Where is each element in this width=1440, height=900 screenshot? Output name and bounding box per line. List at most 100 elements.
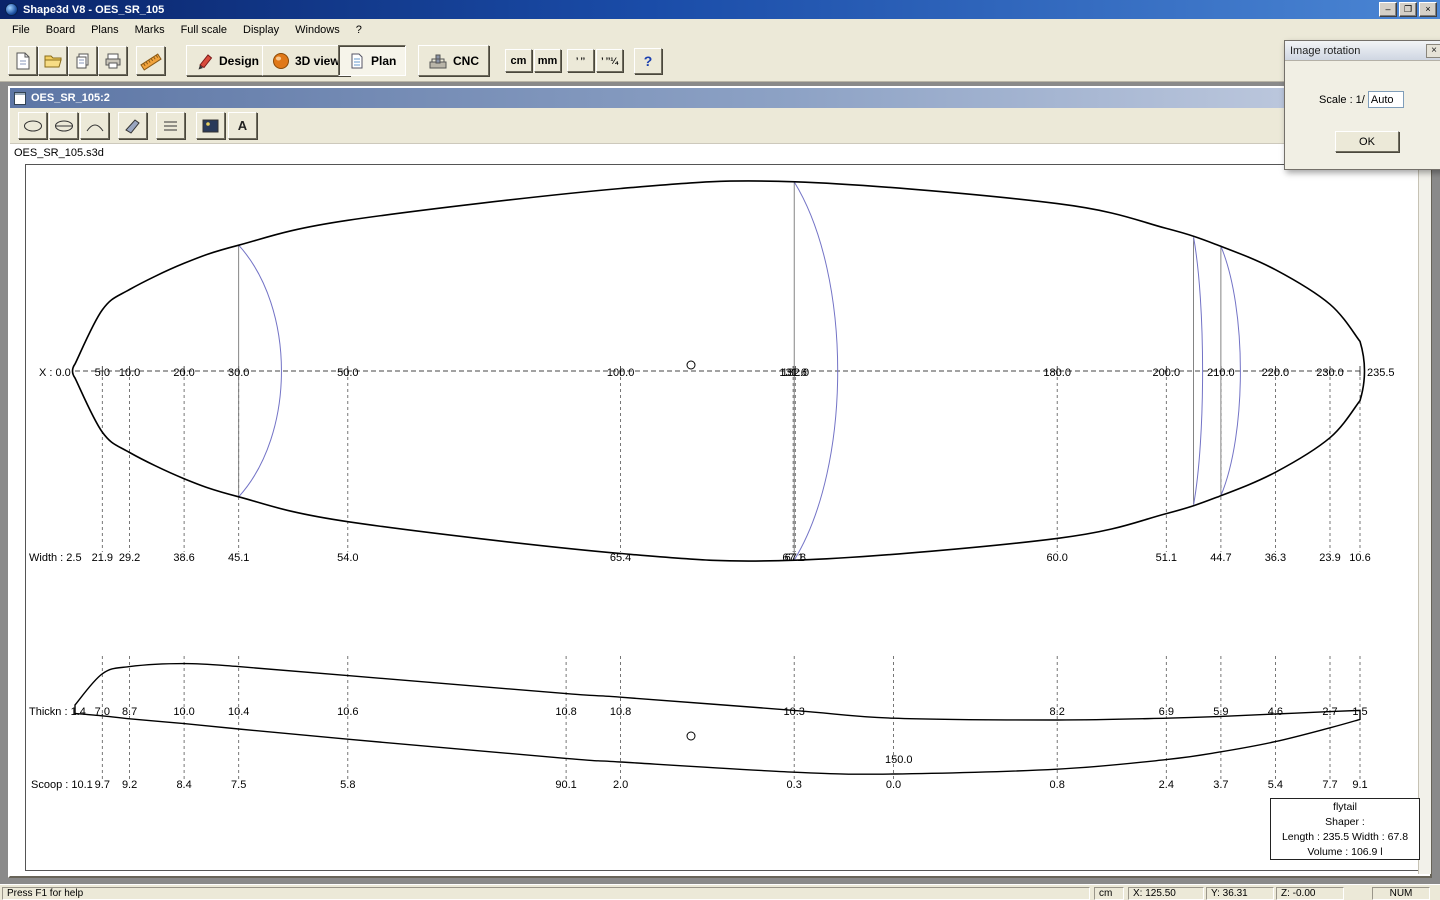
help-icon: ? [644, 53, 653, 69]
x-row-label: X : 0.0 [39, 367, 71, 379]
cnc-button[interactable]: CNC [418, 45, 489, 76]
letter-a-icon: A [238, 118, 247, 133]
thickness-station-label: 8.7 [122, 706, 137, 718]
menu-item-board[interactable]: Board [38, 21, 83, 39]
drawing-border [26, 165, 1420, 871]
ok-button[interactable]: OK [1335, 131, 1399, 152]
scale-label: Scale : 1/ [1319, 94, 1365, 106]
window-title: Shape3d V8 - OES_SR_105 [23, 4, 1377, 16]
unit-cm-button[interactable]: cm [505, 49, 532, 72]
file-button[interactable] [8, 46, 37, 75]
width-station-label: 23.9 [1319, 552, 1340, 564]
statusbar: Press F1 for help cm X: 125.50 Y: 36.31 … [0, 884, 1440, 900]
width-station-label: 38.6 [173, 552, 194, 564]
menu-item-display[interactable]: Display [235, 21, 287, 39]
thickness-station-label: 8.2 [1050, 706, 1065, 718]
x-station-label: 5.0 [95, 367, 110, 379]
thickness-station-label: 10.0 [173, 706, 194, 718]
file-icon [13, 51, 33, 71]
print-button[interactable] [98, 46, 127, 75]
scoop-station-label: 0.3 [787, 779, 802, 791]
scale-input[interactable] [1368, 91, 1404, 108]
app-window: Shape3d V8 - OES_SR_105 – ❐ × FileBoardP… [0, 0, 1440, 900]
outline-view-tool[interactable] [18, 112, 47, 139]
unit-inches-button[interactable]: ’ ’’ [567, 49, 594, 72]
thickness-station-label: 5.9 [1213, 706, 1228, 718]
unit-fraction-button[interactable]: ’ ’’¼ [596, 49, 623, 72]
status-num-lock: NUM [1372, 887, 1430, 900]
vertical-scrollbar[interactable] [1418, 146, 1431, 874]
dialog-close-icon[interactable]: × [1426, 44, 1440, 58]
menu-item-marks[interactable]: Marks [127, 21, 173, 39]
status-z-coordinate: Z: -0.00 [1276, 887, 1344, 900]
child-titlebar[interactable]: OES_SR_105:2 [10, 88, 1430, 108]
menu-item-plans[interactable]: Plans [83, 21, 127, 39]
x-station-label: 100.0 [607, 367, 635, 379]
status-y-coordinate: Y: 36.31 [1206, 887, 1274, 900]
x-station-label: 180.0 [1043, 367, 1071, 379]
list-icon [161, 118, 181, 134]
status-x-coordinate: X: 125.50 [1128, 887, 1204, 900]
measure-button[interactable] [136, 46, 165, 75]
thickness-row-label: Thickn : 1.4 [29, 706, 86, 718]
menu-item-windows[interactable]: Windows [287, 21, 348, 39]
child-window-title: OES_SR_105:2 [31, 92, 110, 104]
open-button[interactable] [38, 46, 67, 75]
design-button[interactable]: Design [186, 45, 269, 76]
x-station-label: 50.0 [337, 367, 358, 379]
menu-item-full-scale[interactable]: Full scale [173, 21, 235, 39]
view-3d-button[interactable]: 3D view [262, 45, 350, 76]
view-3d-button-label: 3D view [295, 54, 340, 68]
sphere-3d-icon [272, 52, 290, 70]
app-icon [5, 3, 18, 16]
menu-item-help[interactable]: ? [348, 21, 370, 39]
slice-edit-tool[interactable] [118, 112, 147, 139]
dimensions-view-tool[interactable] [49, 112, 78, 139]
help-button[interactable]: ? [634, 48, 662, 74]
board-info-box: flytail Shaper : Length : 235.5 Width : … [1270, 798, 1420, 860]
text-tool[interactable]: A [228, 112, 257, 139]
width-station-label: 67.8 [785, 552, 806, 564]
render-view-tool[interactable] [196, 112, 225, 139]
scoop-station-label: 3.7 [1213, 779, 1228, 791]
measurements-list-tool[interactable] [156, 112, 185, 139]
thickness-station-label: 10.8 [610, 706, 631, 718]
unit-mm-button[interactable]: mm [534, 49, 561, 72]
plan-button[interactable]: Plan [338, 45, 406, 76]
dialog-titlebar[interactable]: Image rotation × [1285, 41, 1440, 61]
document-icon [14, 92, 26, 105]
ruler-icon [140, 50, 162, 72]
mid-station-label: 150.0 [885, 754, 913, 766]
thickness-station-label: 10.4 [228, 706, 249, 718]
menu-item-file[interactable]: File [4, 21, 38, 39]
maximize-button[interactable]: ❐ [1399, 2, 1417, 17]
width-station-label: 45.1 [228, 552, 249, 564]
scoop-station-label: 2.0 [613, 779, 628, 791]
profile-center-marker [687, 732, 695, 740]
plan-center-marker [687, 361, 695, 369]
scoop-station-label: 9.1 [1352, 779, 1367, 791]
cnc-machine-icon [428, 52, 448, 70]
close-button[interactable]: × [1419, 2, 1437, 17]
scoop-station-label: 8.4 [176, 779, 191, 791]
thickness-station-label: 2.7 [1322, 706, 1337, 718]
cnc-button-label: CNC [453, 54, 479, 68]
pen-icon [123, 118, 143, 134]
minimize-button[interactable]: – [1379, 2, 1397, 17]
board-shaper: Shaper : [1271, 815, 1419, 830]
x-station-label: 210.0 [1207, 367, 1235, 379]
width-row-label: Width : 2.5 [29, 552, 82, 564]
profile-view-tool[interactable] [80, 112, 109, 139]
save-button[interactable] [68, 46, 97, 75]
x-station-label: 200.0 [1153, 367, 1181, 379]
board-centerline-icon [54, 118, 74, 134]
child-toolbar: A [10, 108, 1430, 144]
print-icon [103, 51, 123, 71]
thickness-station-label: 6.9 [1159, 706, 1174, 718]
scoop-station-label: 5.4 [1268, 779, 1283, 791]
board-drawing[interactable]: X : 0.05.010.020.030.050.0100.0131.6132.… [25, 164, 1420, 871]
plan-button-label: Plan [371, 54, 396, 68]
thickness-station-label: 10.8 [555, 706, 576, 718]
menubar: FileBoardPlansMarksFull scaleDisplayWind… [0, 19, 1440, 40]
scoop-station-label: 0.0 [886, 779, 901, 791]
